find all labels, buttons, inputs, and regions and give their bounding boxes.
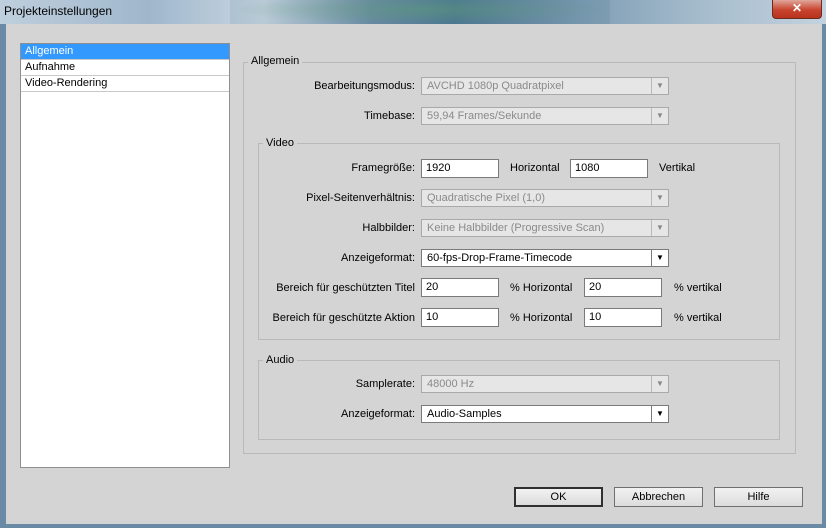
- frame-height-input[interactable]: 1080: [570, 159, 648, 178]
- title-safe-horizontal-input[interactable]: 20: [421, 278, 499, 297]
- category-list[interactable]: Allgemein Aufnahme Video-Rendering: [20, 43, 230, 468]
- fields-value: Keine Halbbilder (Progressive Scan): [427, 222, 605, 234]
- title-bar-background: [230, 0, 610, 24]
- pixel-aspect-value: Quadratische Pixel (1,0): [427, 192, 545, 204]
- action-safe-vertical-unit: % vertikal: [674, 312, 722, 324]
- action-safe-vertical-input[interactable]: 10: [584, 308, 662, 327]
- chevron-down-icon: ▼: [651, 190, 668, 206]
- action-safe-label: Bereich für geschützte Aktion: [272, 312, 415, 324]
- chevron-down-icon: ▼: [651, 406, 668, 422]
- ok-button[interactable]: OK: [514, 487, 603, 507]
- sample-rate-label: Samplerate:: [355, 378, 415, 390]
- sample-rate-select[interactable]: 48000 Hz ▼: [421, 375, 669, 393]
- sidebar-item-video-rendering[interactable]: Video-Rendering: [21, 76, 229, 92]
- video-group-title: Video: [263, 137, 297, 149]
- editing-mode-select[interactable]: AVCHD 1080p Quadratpixel ▼: [421, 77, 669, 95]
- chevron-down-icon: ▼: [651, 78, 668, 94]
- audio-group: [258, 360, 780, 440]
- display-format-value: 60-fps-Drop-Frame-Timecode: [427, 252, 573, 264]
- help-button[interactable]: Hilfe: [714, 487, 803, 507]
- chevron-down-icon: ▼: [651, 376, 668, 392]
- frame-width-input[interactable]: 1920: [421, 159, 499, 178]
- timebase-select[interactable]: 59,94 Frames/Sekunde ▼: [421, 107, 669, 125]
- fields-select[interactable]: Keine Halbbilder (Progressive Scan) ▼: [421, 219, 669, 237]
- audio-group-title: Audio: [263, 354, 298, 366]
- audio-display-format-value: Audio-Samples: [427, 408, 502, 420]
- display-format-select[interactable]: 60-fps-Drop-Frame-Timecode ▼: [421, 249, 669, 267]
- chevron-down-icon: ▼: [651, 250, 668, 266]
- window-title: Projekteinstellungen: [4, 4, 113, 18]
- chevron-down-icon: ▼: [651, 108, 668, 124]
- audio-display-format-label: Anzeigeformat:: [341, 408, 415, 420]
- title-bar: Projekteinstellungen ✕: [0, 0, 826, 24]
- editing-mode-value: AVCHD 1080p Quadratpixel: [427, 80, 564, 92]
- sample-rate-value: 48000 Hz: [427, 378, 475, 390]
- title-safe-horizontal-unit: % Horizontal: [510, 282, 573, 294]
- pixel-aspect-label: Pixel-Seitenverhältnis:: [306, 192, 415, 204]
- action-safe-horizontal-input[interactable]: 10: [421, 308, 499, 327]
- pixel-aspect-select[interactable]: Quadratische Pixel (1,0) ▼: [421, 189, 669, 207]
- title-safe-vertical-unit: % vertikal: [674, 282, 722, 294]
- chevron-down-icon: ▼: [651, 220, 668, 236]
- timebase-value: 59,94 Frames/Sekunde: [427, 110, 542, 122]
- title-safe-vertical-input[interactable]: 20: [584, 278, 662, 297]
- editing-mode-label: Bearbeitungsmodus:: [314, 80, 415, 92]
- sidebar-item-allgemein[interactable]: Allgemein: [21, 44, 229, 60]
- horizontal-label: Horizontal: [510, 162, 560, 174]
- audio-display-format-select[interactable]: Audio-Samples ▼: [421, 405, 669, 423]
- sidebar-item-aufnahme[interactable]: Aufnahme: [21, 60, 229, 76]
- vertical-label: Vertikal: [659, 162, 696, 174]
- frame-size-label: Framegröße:: [351, 162, 415, 174]
- action-safe-horizontal-unit: % Horizontal: [510, 312, 573, 324]
- general-group-title: Allgemein: [248, 55, 303, 67]
- title-safe-label: Bereich für geschützten Titel: [276, 282, 415, 294]
- display-format-label: Anzeigeformat:: [341, 252, 415, 264]
- cancel-button[interactable]: Abbrechen: [614, 487, 703, 507]
- fields-label: Halbbilder:: [362, 222, 415, 234]
- timebase-label: Timebase:: [364, 110, 415, 122]
- close-button[interactable]: ✕: [772, 0, 822, 19]
